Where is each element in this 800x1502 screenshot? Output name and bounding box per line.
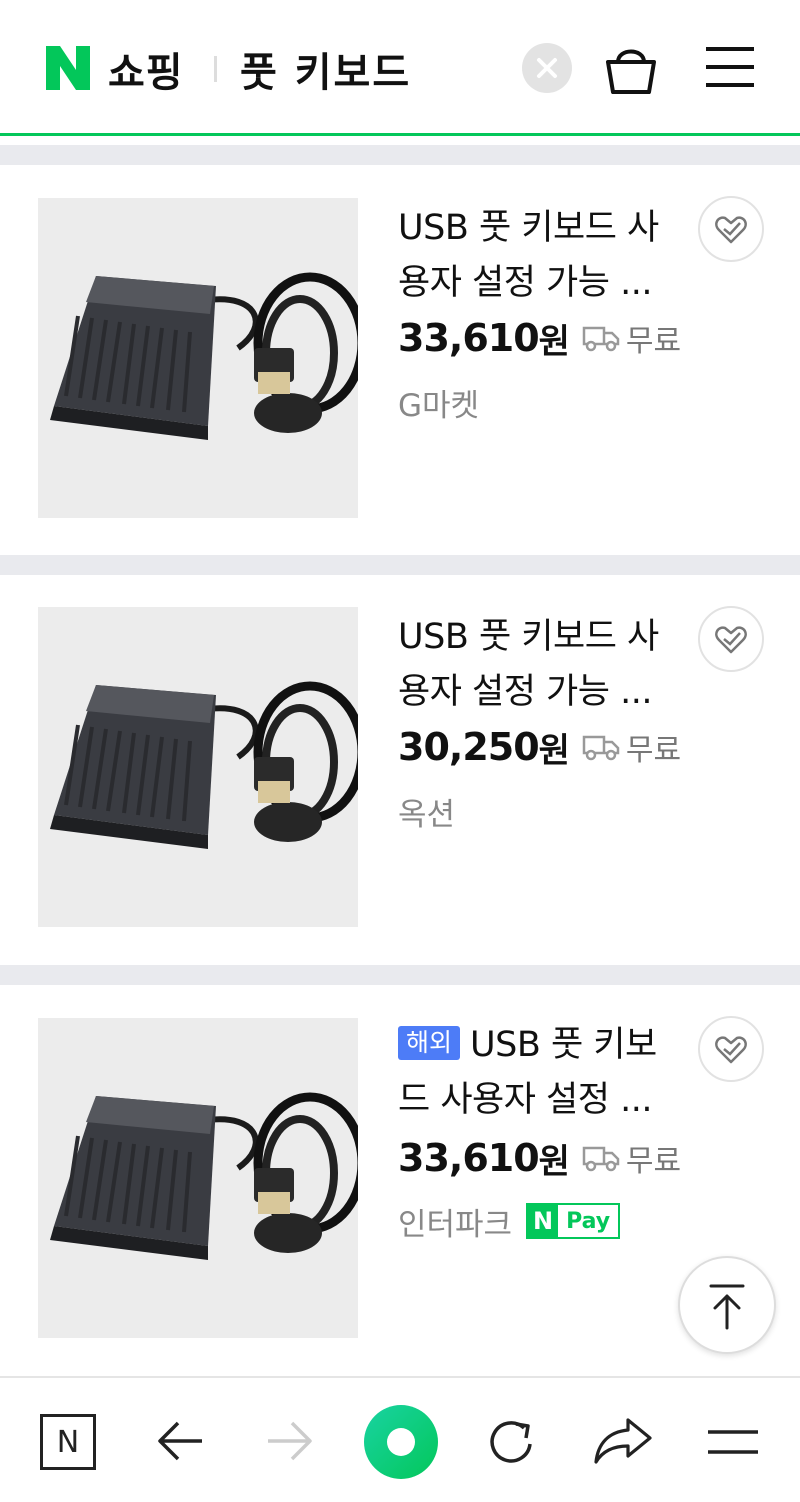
section-separator	[0, 145, 800, 165]
section-separator	[0, 965, 800, 985]
shopping-bag-icon[interactable]	[604, 40, 658, 96]
truck-icon	[582, 1146, 620, 1172]
seller-row: 옥션	[398, 788, 455, 834]
wishlist-button[interactable]	[698, 1016, 764, 1082]
clear-search-button[interactable]	[522, 43, 572, 93]
foot-pedal-image	[50, 1092, 358, 1260]
currency-unit: 원	[538, 1141, 570, 1182]
price-value: 30,250	[398, 725, 540, 769]
shipping-fee: 무료	[625, 733, 682, 768]
search-query[interactable]: 풋 키보드	[240, 40, 411, 98]
overseas-badge: 해외	[398, 1026, 461, 1060]
heart-check-icon	[715, 1036, 747, 1064]
shipping-fee: 무료	[625, 324, 682, 359]
section-separator	[0, 555, 800, 575]
naver-home-button[interactable]: N	[40, 1414, 96, 1470]
seller-name[interactable]: G마켓	[398, 380, 479, 425]
product-image[interactable]	[38, 198, 358, 518]
share-icon[interactable]	[594, 1416, 652, 1466]
truck-icon	[582, 326, 620, 352]
npay-logo: N	[528, 1205, 559, 1237]
product-title[interactable]: USB 풋 키보드 사 용자 설정 가능 ...	[398, 201, 666, 311]
heart-check-icon	[715, 626, 747, 654]
foot-pedal-image	[50, 272, 358, 440]
green-circle-icon[interactable]	[363, 1404, 439, 1480]
product-image[interactable]	[38, 607, 358, 927]
heart-check-icon	[715, 216, 747, 244]
scroll-top-button[interactable]	[678, 1256, 776, 1354]
npay-label: Pay	[566, 1208, 611, 1234]
price-row: 33,610 원 무료	[398, 1133, 681, 1183]
price-value: 33,610	[398, 1136, 540, 1180]
menu-icon[interactable]	[704, 46, 756, 88]
price-row: 30,250 원 무료	[398, 722, 681, 772]
back-arrow-icon[interactable]	[156, 1418, 204, 1464]
wishlist-button[interactable]	[698, 196, 764, 262]
price-row: 33,610 원 무료	[398, 313, 681, 363]
seller-name[interactable]: 인터파크	[398, 1199, 512, 1244]
seller-name[interactable]: 옥션	[398, 789, 455, 834]
foot-pedal-image	[50, 681, 358, 849]
product-image[interactable]	[38, 1018, 358, 1338]
forward-arrow-icon[interactable]	[266, 1418, 314, 1464]
product-title[interactable]: USB 풋 키보드 사 용자 설정 가능 ...	[398, 610, 666, 720]
close-icon	[537, 58, 557, 78]
product-card[interactable]: USB 풋 키보드 사 용자 설정 가능 ... 30,250 원 무료 옥션	[0, 575, 800, 965]
refresh-icon[interactable]	[484, 1414, 540, 1470]
price-value: 33,610	[398, 316, 540, 360]
npay-badge: N Pay	[526, 1203, 621, 1239]
currency-unit: 원	[538, 321, 570, 362]
product-title[interactable]: 해외 USB 풋 키보 드 사용자 설정 ...	[398, 1018, 666, 1128]
scroll-top-icon	[709, 1284, 745, 1330]
truck-icon	[582, 735, 620, 761]
seller-row: 인터파크 N Pay	[398, 1198, 621, 1244]
bottom-nav-bar: N	[0, 1376, 800, 1502]
product-card[interactable]: USB 풋 키보드 사 용자 설정 가능 ... 33,610 원 무료 G마켓	[0, 165, 800, 555]
shipping-fee: 무료	[625, 1144, 682, 1179]
naver-logo-icon[interactable]	[44, 44, 92, 92]
seller-row: G마켓	[398, 379, 479, 425]
top-header: 쇼핑 풋 키보드	[0, 0, 800, 136]
menu-icon[interactable]	[706, 1428, 760, 1456]
header-divider	[214, 56, 217, 82]
currency-unit: 원	[538, 730, 570, 771]
wishlist-button[interactable]	[698, 606, 764, 672]
brand-title[interactable]: 쇼핑	[108, 40, 184, 98]
